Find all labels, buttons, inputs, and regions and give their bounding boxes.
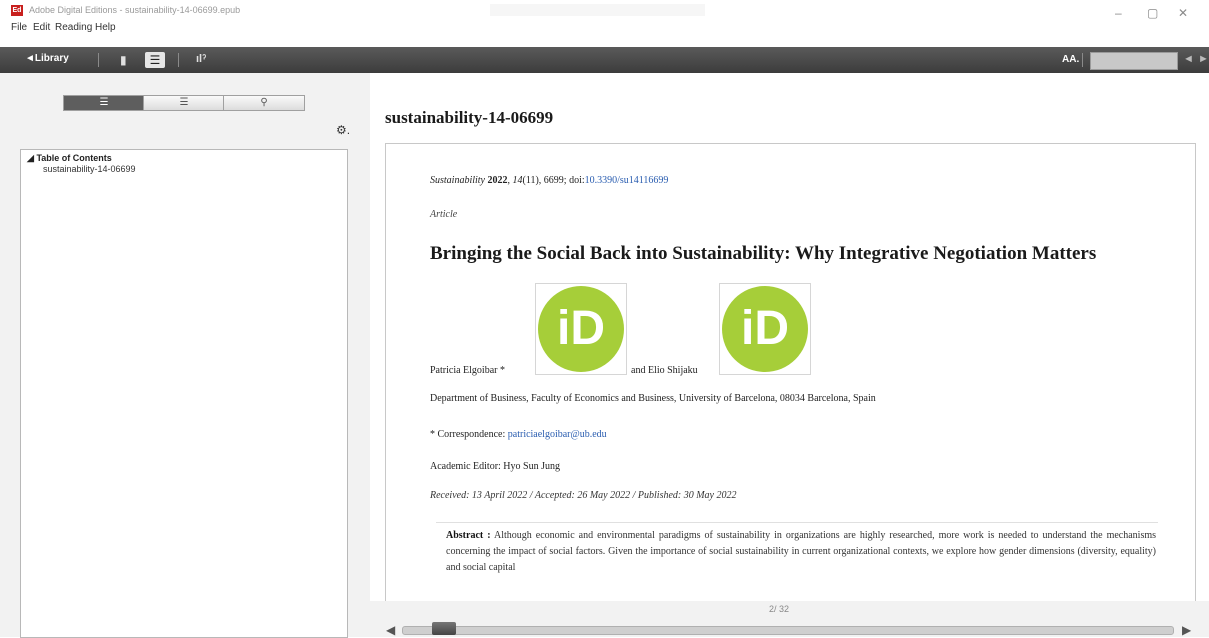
window-title: Adobe Digital Editions - sustainability-… bbox=[29, 5, 241, 15]
academic-editor: Academic Editor: Hyo Sun Jung bbox=[430, 461, 560, 472]
page-search-field[interactable] bbox=[1090, 52, 1178, 70]
divider bbox=[436, 522, 1158, 523]
menu-bar: File Edit Reading Help bbox=[0, 22, 1209, 36]
page-slider-track[interactable] bbox=[402, 626, 1174, 635]
page-navigation-bar: 2/ 32 ◀ ▶ bbox=[370, 601, 1209, 637]
correspondence: * Correspondence: patriciaelgoibar@ub.ed… bbox=[430, 429, 607, 440]
minimize-button[interactable]: – bbox=[1115, 7, 1122, 19]
article-type: Article bbox=[430, 209, 458, 220]
abstract-text: Although economic and environmental para… bbox=[446, 530, 1157, 573]
toolbar-separator bbox=[98, 53, 99, 67]
author-name: Patricia Elgoibar * bbox=[430, 365, 505, 376]
menu-help[interactable]: Help bbox=[95, 22, 116, 33]
toolbar-separator bbox=[178, 53, 179, 67]
tab-search[interactable]: ⚲ bbox=[223, 95, 305, 111]
title-bar-blank-area bbox=[490, 4, 705, 16]
toc-header[interactable]: ◢ Table of Contents bbox=[27, 153, 112, 164]
toc-header-label: Table of Contents bbox=[36, 153, 112, 163]
doi-link[interactable]: 10.3390/su14116699 bbox=[585, 175, 669, 186]
orcid-badge[interactable]: iD bbox=[719, 283, 811, 375]
window-title-bar: Ed Adobe Digital Editions - sustainabili… bbox=[0, 0, 1209, 22]
abstract-label: Abstract : bbox=[446, 530, 491, 541]
article-title: Bringing the Social Back into Sustainabi… bbox=[430, 243, 1097, 264]
citation-volume: 14 bbox=[512, 175, 523, 186]
orcid-icon: iD bbox=[722, 286, 808, 372]
toolbar-separator bbox=[1082, 53, 1083, 67]
slider-right-arrow-icon[interactable]: ▶ bbox=[1182, 623, 1191, 637]
menu-file[interactable]: File bbox=[11, 22, 27, 33]
citation-line: Sustainability 2022, 14(11), 6699; doi:1… bbox=[430, 175, 669, 186]
epub-page: Sustainability 2022, 14(11), 6699; doi:1… bbox=[385, 143, 1196, 605]
citation-issue: (11), 6699; doi: bbox=[522, 175, 585, 186]
correspondence-label: * Correspondence: bbox=[430, 429, 506, 440]
adobe-digital-editions-icon: Ed bbox=[11, 5, 23, 16]
menu-edit[interactable]: Edit bbox=[33, 22, 50, 33]
table-of-contents-view-icon[interactable]: ☰ bbox=[145, 52, 165, 68]
bookmarks-list-icon: ☰ bbox=[179, 97, 189, 108]
gear-icon[interactable]: ⚙. bbox=[336, 123, 350, 137]
journal-name: Sustainability bbox=[430, 175, 485, 186]
citation-year: 2022 bbox=[487, 175, 508, 186]
affiliation: Department of Business, Faculty of Econo… bbox=[430, 393, 876, 404]
table-of-contents-panel: ◢ Table of Contents sustainability-14-06… bbox=[20, 149, 348, 638]
abstract: Abstract : Although economic and environ… bbox=[446, 528, 1156, 576]
expand-triangle-icon[interactable]: ◢ bbox=[27, 153, 34, 163]
contents-list-icon: ☰ bbox=[99, 97, 109, 108]
document-title: sustainability-14-06699 bbox=[385, 108, 554, 127]
tab-contents[interactable]: ☰ bbox=[63, 95, 145, 111]
publication-dates: Received: 13 April 2022 / Accepted: 26 M… bbox=[430, 490, 737, 501]
previous-page-arrow-icon[interactable]: ◄ bbox=[1183, 53, 1194, 65]
close-button[interactable]: ✕ bbox=[1178, 7, 1188, 19]
correspondence-email-link[interactable]: patriciaelgoibar@ub.edu bbox=[508, 429, 607, 440]
tab-bookmarks[interactable]: ☰ bbox=[143, 95, 225, 111]
total-pages: / 32 bbox=[774, 604, 790, 614]
page-slider-thumb[interactable] bbox=[432, 622, 456, 635]
author-name: and Elio Shijaku bbox=[631, 365, 698, 376]
slider-left-arrow-icon[interactable]: ◀ bbox=[386, 623, 395, 637]
library-button[interactable]: ◄Library bbox=[25, 53, 69, 64]
search-icon: ⚲ bbox=[260, 97, 268, 108]
reading-pane: sustainability-14-06699 Sustainability 2… bbox=[370, 73, 1209, 637]
navigation-sidebar: ☰ ☰ ⚲ ⚙. ◢ Table of Contents sustainabil… bbox=[0, 73, 370, 638]
chart-stats-icon[interactable]: ılˀ bbox=[196, 53, 206, 65]
bookmark-icon[interactable]: ▮ bbox=[120, 53, 127, 67]
font-size-button[interactable]: AA. bbox=[1062, 54, 1079, 65]
next-page-arrow-icon[interactable]: ► bbox=[1198, 53, 1209, 65]
maximize-button[interactable]: ▢ bbox=[1147, 7, 1158, 19]
reader-toolbar: ◄Library ▮ ☰ ılˀ AA. ◄ ► bbox=[0, 47, 1209, 73]
orcid-icon: iD bbox=[538, 286, 624, 372]
orcid-badge[interactable]: iD bbox=[535, 283, 627, 375]
menu-reading[interactable]: Reading bbox=[55, 22, 92, 33]
page-indicator: 2/ 32 bbox=[769, 604, 789, 614]
toc-item[interactable]: sustainability-14-06699 bbox=[43, 164, 136, 174]
